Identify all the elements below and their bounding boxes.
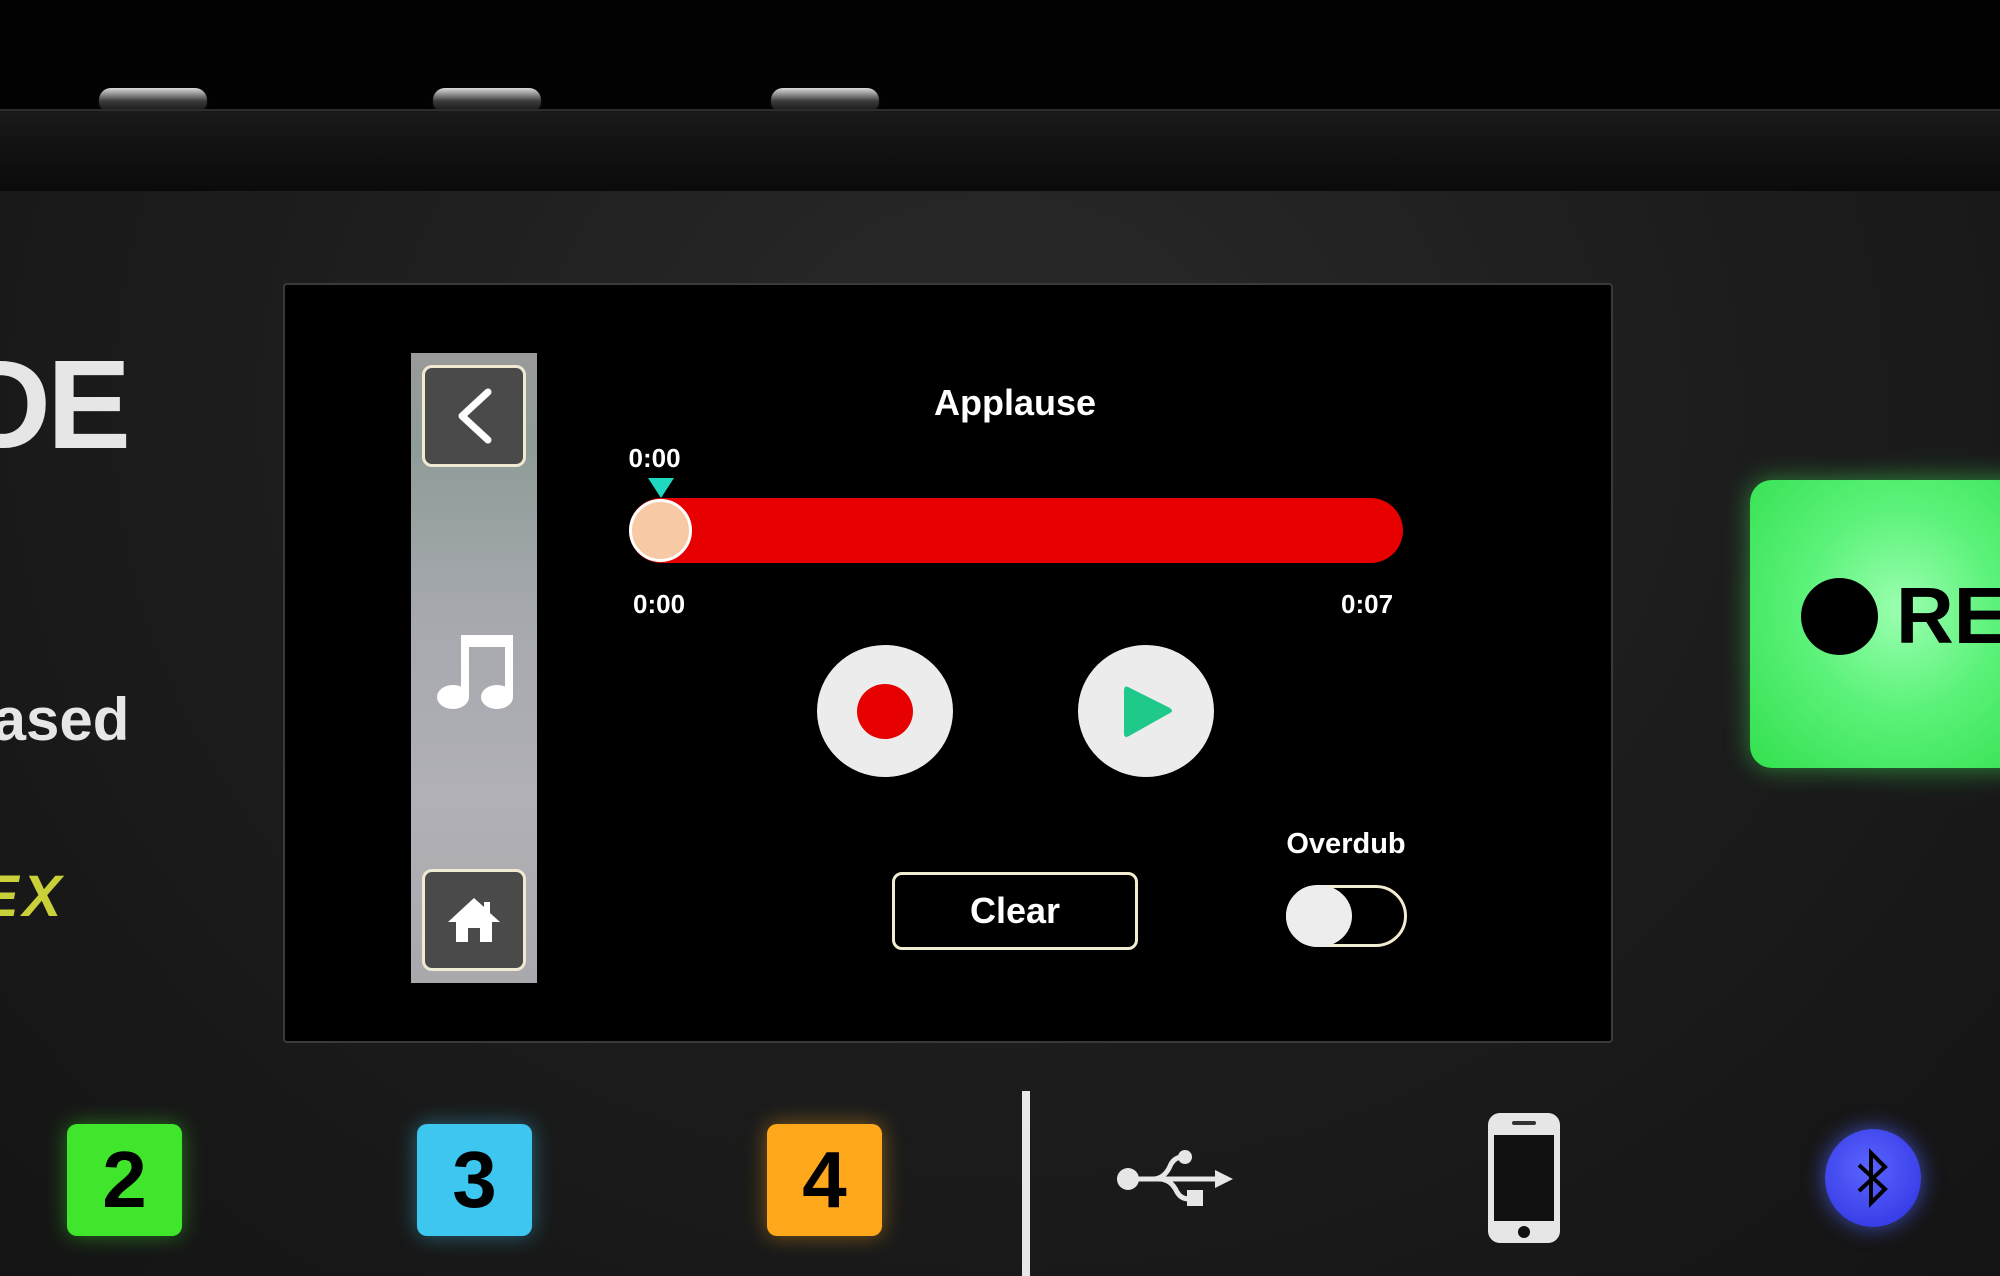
overdub-label: Overdub xyxy=(1286,828,1406,860)
pad-button-4[interactable]: 4 xyxy=(767,1124,882,1236)
playhead-time: 0:00 xyxy=(628,443,681,473)
play-icon xyxy=(1124,686,1172,737)
top-knob[interactable] xyxy=(99,88,207,110)
bluetooth-icon xyxy=(1857,1148,1888,1208)
end-time: 0:07 xyxy=(1341,589,1394,619)
brand-tagline: iased xyxy=(0,686,130,753)
play-button[interactable] xyxy=(1078,645,1214,777)
scrub-bar[interactable] xyxy=(629,498,1403,563)
bluetooth-button[interactable] xyxy=(1825,1129,1921,1227)
usb-icon xyxy=(1117,1150,1233,1206)
track-title: Applause xyxy=(933,382,1097,423)
start-time: 0:00 xyxy=(633,589,686,619)
record-icon xyxy=(857,683,913,739)
pad-button-3[interactable]: 3 xyxy=(417,1124,532,1236)
top-knob[interactable] xyxy=(433,88,541,110)
overdub-toggle[interactable] xyxy=(1286,885,1407,947)
record-dot-icon xyxy=(1801,578,1878,655)
smartphone-icon xyxy=(1488,1113,1560,1243)
brand-logo: DE xyxy=(0,334,131,475)
panel-divider xyxy=(1022,1091,1030,1276)
rec-label: REC xyxy=(1896,571,2000,660)
music-note-icon xyxy=(437,635,513,709)
device-ledge xyxy=(0,109,2000,193)
pad-button-2[interactable]: 2 xyxy=(67,1124,182,1236)
back-button[interactable] xyxy=(422,365,526,467)
device-top-edge xyxy=(0,0,2000,110)
scrub-thumb[interactable] xyxy=(629,499,692,562)
playhead-marker-icon xyxy=(647,478,674,498)
chevron-left-icon xyxy=(458,388,492,444)
screen-sidebar xyxy=(411,353,537,983)
top-knob[interactable] xyxy=(771,88,879,110)
home-icon xyxy=(448,898,500,942)
clear-button[interactable]: Clear xyxy=(892,872,1138,950)
toggle-knob xyxy=(1286,885,1352,947)
home-button[interactable] xyxy=(422,869,526,971)
model-label: EX xyxy=(0,864,66,929)
record-button[interactable] xyxy=(817,645,953,777)
rec-button[interactable]: REC xyxy=(1750,480,2000,768)
